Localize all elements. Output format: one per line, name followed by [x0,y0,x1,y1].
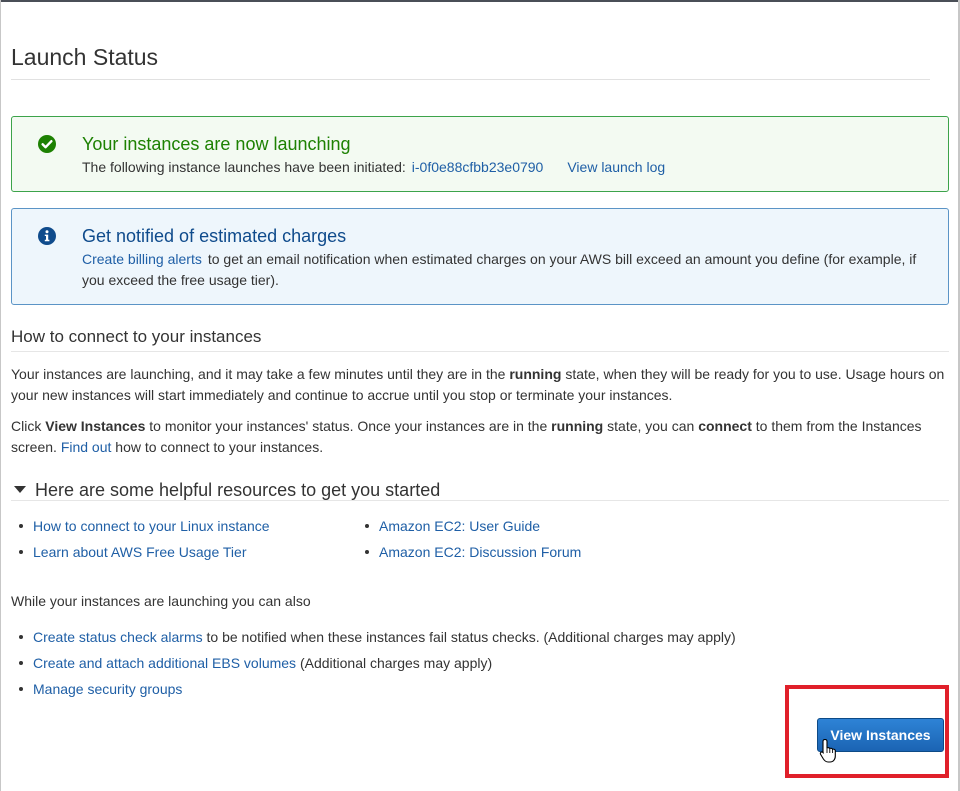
security-groups-link[interactable]: Manage security groups [33,681,182,697]
para2-text-a: Click [11,418,42,434]
list-item: Learn about AWS Free Usage Tier [11,542,270,568]
info-alert-body: Create billing alerts to get an email not… [82,249,932,291]
create-billing-alerts-link[interactable]: Create billing alerts [82,251,202,267]
view-launch-log-link[interactable]: View launch log [567,159,665,175]
find-out-link[interactable]: Find out [61,439,112,455]
para2-text-e: state, you can [607,418,695,434]
ebs-volumes-note: (Additional charges may apply) [299,655,493,671]
list-item: How to connect to your Linux instance [11,516,270,542]
list-item: Amazon EC2: Discussion Forum [357,542,581,568]
instance-id-link[interactable]: i-0f0e88cfbb23e0790 [412,159,544,175]
para2-view-instances-bold: View Instances [45,418,146,434]
resources-heading-text: Here are some helpful resources to get y… [35,480,441,500]
discussion-forum-link[interactable]: Amazon EC2: Discussion Forum [379,544,581,560]
check-circle-icon [38,135,56,153]
free-tier-link[interactable]: Learn about AWS Free Usage Tier [33,544,246,560]
para2-connect-bold: connect [698,418,752,434]
status-check-alarms-link[interactable]: Create status check alarms [33,629,203,645]
para1-running-bold: running [509,366,562,382]
info-alert-title: Get notified of estimated charges [82,226,347,246]
status-check-alarms-note: to be notified when these instances fail… [206,629,736,645]
connect-divider [11,351,949,352]
para2-running-bold: running [551,418,604,434]
hand-cursor-icon [819,738,836,763]
list-item: Create and attach additional EBS volumes… [11,653,736,679]
caret-down-icon [14,486,26,493]
resources-divider [11,500,949,501]
resources-list-right: Amazon EC2: User Guide Amazon EC2: Discu… [357,516,581,568]
list-item: Create status check alarms to be notifie… [11,627,736,653]
connect-heading: How to connect to your instances [11,327,262,346]
launch-success-alert: Your instances are now launching The fol… [11,116,949,192]
list-item: Manage security groups [11,679,736,705]
resources-list-left: How to connect to your Linux instance Le… [11,516,270,568]
title-divider [11,79,930,80]
ebs-volumes-link[interactable]: Create and attach additional EBS volumes [33,655,296,671]
success-alert-text: The following instance launches have bee… [82,159,406,175]
list-item: Amazon EC2: User Guide [357,516,581,542]
para1-text-a: Your instances are launching, and it may… [11,366,506,382]
success-alert-body: The following instance launches have bee… [82,157,665,178]
info-alert-text: to get an email notification when estima… [82,251,917,288]
page-title: Launch Status [11,44,159,70]
resources-toggle[interactable]: Here are some helpful resources to get y… [14,480,440,501]
para2-text-h: how to connect to your instances. [115,439,324,455]
para2-text-c: to monitor your instances' status. Once … [149,418,548,434]
connect-paragraph-1: Your instances are launching, and it may… [11,364,947,406]
user-guide-link[interactable]: Amazon EC2: User Guide [379,518,540,534]
info-circle-icon [38,227,56,245]
also-intro-text: While your instances are launching you c… [11,593,311,609]
connect-paragraph-2: Click View Instances to monitor your ins… [11,416,947,458]
window-top-border [0,0,960,2]
window-left-border [0,0,1,791]
billing-info-alert: Get notified of estimated charges Create… [11,208,949,305]
also-actions-list: Create status check alarms to be notifie… [11,627,736,705]
linux-connect-link[interactable]: How to connect to your Linux instance [33,518,270,534]
success-alert-title: Your instances are now launching [82,134,351,154]
